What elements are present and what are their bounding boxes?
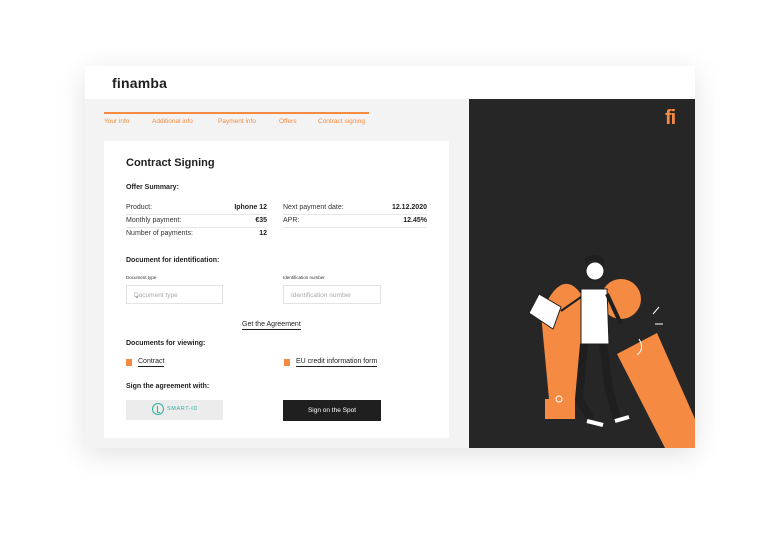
person-illustration: [528, 255, 695, 448]
summary-value: 12.12.2020: [391, 204, 427, 211]
top-bar: finamba: [85, 66, 695, 99]
smart-id-label: SMART-ID: [167, 406, 198, 412]
eu-form-link-text: EU credit information form: [296, 358, 378, 367]
get-agreement-link[interactable]: Get the Agreement: [242, 321, 301, 330]
documents-viewing-heading: Documents for viewing:: [126, 340, 206, 347]
logo[interactable]: finamba: [112, 75, 167, 91]
tab-contract-signing[interactable]: Contract signing: [318, 118, 365, 125]
summary-label: Next payment date:: [283, 204, 344, 211]
summary-row-next-payment: Next payment date: 12.12.2020: [283, 203, 427, 215]
document-icon: [284, 359, 290, 366]
summary-label: Number of payments:: [126, 230, 193, 237]
doc-type-label: Document type: [126, 275, 157, 280]
id-number-label: Identification number: [283, 275, 325, 280]
document-type-select[interactable]: Document type ⌄: [126, 285, 223, 304]
progress-line: [104, 112, 369, 114]
document-icon: [126, 359, 132, 366]
tab-your-info[interactable]: Your info: [104, 118, 129, 125]
contract-card: Contract Signing Offer Summary: Product:…: [104, 141, 449, 438]
app-window: finamba Your info Additional info Paymen…: [85, 66, 695, 448]
summary-value: 12: [259, 230, 267, 237]
tab-offers[interactable]: Offers: [279, 118, 297, 125]
step-tabs: Your info Additional info Payment info O…: [104, 118, 404, 130]
summary-row-product: Product: Iphone 12: [126, 203, 267, 215]
summary-value: 12.45%: [403, 217, 427, 224]
summary-label: Monthly payment:: [126, 217, 182, 224]
identification-number-input[interactable]: Identification number: [283, 285, 381, 304]
chevron-down-icon: ⌄: [134, 293, 140, 300]
summary-value: €35: [255, 217, 267, 224]
summary-label: Product:: [126, 204, 153, 211]
summary-row-payments: Number of payments: 12: [126, 229, 267, 240]
main-panel: Your info Additional info Payment info O…: [85, 99, 469, 448]
summary-row-monthly: Monthly payment: €35: [126, 216, 267, 228]
summary-value: Iphone 12: [234, 204, 267, 211]
summary-label: APR:: [283, 217, 300, 224]
page-title: Contract Signing: [126, 157, 215, 169]
tab-additional-info[interactable]: Additional info: [152, 118, 193, 125]
sign-on-the-spot-button[interactable]: Sign on the Spot: [283, 400, 381, 421]
tab-payment-info[interactable]: Payment info: [218, 118, 256, 125]
identification-number-placeholder: Identification number: [291, 292, 352, 299]
smart-id-logo-icon: [152, 403, 164, 415]
smart-id-button[interactable]: SMART-ID: [126, 400, 223, 420]
sign-agreement-heading: Sign the agreement with:: [126, 383, 210, 390]
offer-summary-heading: Offer Summary:: [126, 184, 179, 191]
summary-row-apr: APR: 12.45%: [283, 216, 427, 228]
illustration-panel: fi: [469, 99, 695, 448]
identification-heading: Document for identification:: [126, 257, 220, 264]
contract-link-text: Contract: [138, 358, 165, 367]
